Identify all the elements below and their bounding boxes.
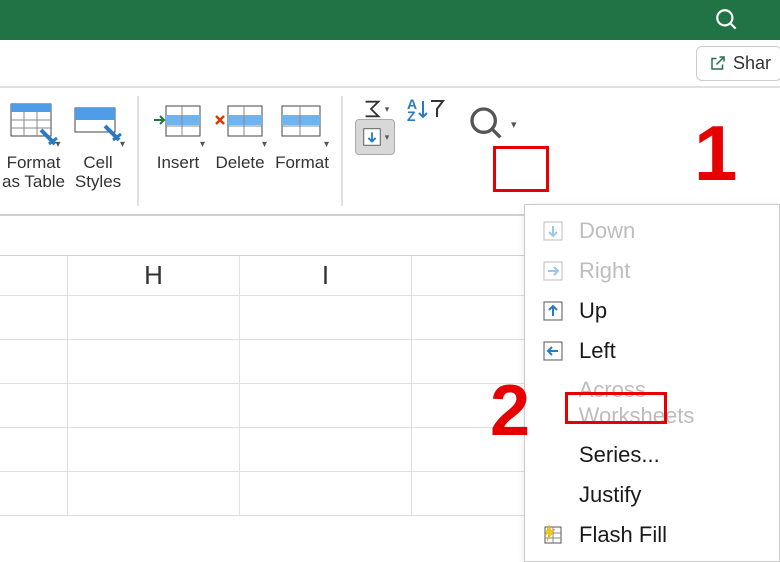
cell[interactable]	[68, 472, 240, 515]
chevron-down-icon: ▾	[200, 139, 205, 150]
delete-icon: ▾	[211, 96, 269, 152]
column-header[interactable]: H	[68, 256, 240, 295]
menu-item-label: Down	[579, 218, 635, 244]
chevron-down-icon: ▾	[385, 104, 390, 115]
menu-item-label: Right	[579, 258, 630, 284]
menu-item-up[interactable]: Up	[525, 291, 779, 331]
annotation-box-2	[565, 392, 667, 424]
menu-item-down[interactable]: Down	[525, 211, 779, 251]
format-as-table-icon: ▾	[5, 96, 63, 152]
delete-button[interactable]: ▾ Delete	[211, 96, 269, 173]
search-icon[interactable]	[714, 7, 740, 33]
cell-styles-icon: ▾	[69, 96, 127, 152]
title-bar	[0, 0, 780, 40]
share-bar: Shar	[0, 40, 780, 88]
share-label: Shar	[733, 53, 771, 74]
delete-label: Delete	[215, 154, 264, 173]
cell[interactable]	[68, 296, 240, 339]
flash-fill-icon	[539, 521, 567, 549]
menu-item-series[interactable]: Series...	[525, 435, 779, 475]
divider	[341, 96, 343, 206]
format-as-table-label: Format as Table	[2, 154, 65, 191]
chevron-down-icon: ▾	[511, 118, 517, 131]
cell[interactable]	[0, 340, 68, 383]
chevron-down-icon: ▾	[120, 139, 125, 150]
cell[interactable]	[240, 472, 412, 515]
cell[interactable]	[0, 296, 68, 339]
menu-item-label: Up	[579, 298, 607, 324]
cell-styles-label: Cell Styles	[75, 154, 121, 191]
cell[interactable]	[68, 384, 240, 427]
sort-filter-button[interactable]: AZ	[397, 91, 453, 127]
cell[interactable]	[0, 384, 68, 427]
chevron-down-icon: ▾	[262, 139, 267, 150]
find-select-button[interactable]	[467, 104, 507, 144]
format-button[interactable]: ▾ Format	[273, 96, 331, 173]
format-label: Format	[275, 154, 329, 173]
annotation-number-1: 1	[694, 108, 737, 199]
format-icon: ▾	[273, 96, 331, 152]
svg-text:Z: Z	[407, 108, 416, 123]
insert-label: Insert	[157, 154, 200, 173]
cell-styles-button[interactable]: ▾ Cell Styles	[69, 96, 127, 191]
down-icon	[539, 217, 567, 245]
chevron-down-icon: ▾	[324, 139, 329, 150]
cell[interactable]	[240, 296, 412, 339]
ribbon-toolbar: ▾ Format as Table ▾ Cell Styles ▾ Insert…	[0, 88, 780, 216]
menu-item-label: Left	[579, 338, 616, 364]
cell[interactable]	[240, 428, 412, 471]
cell[interactable]	[0, 472, 68, 515]
menu-item-flash-fill[interactable]: Flash Fill	[525, 515, 779, 555]
cell[interactable]	[240, 340, 412, 383]
menu-item-label: Flash Fill	[579, 522, 667, 548]
cell[interactable]	[0, 428, 68, 471]
annotation-number-2: 2	[490, 370, 530, 452]
annotation-box-1	[493, 146, 549, 192]
menu-item-label: Justify	[579, 482, 641, 508]
share-icon	[709, 54, 727, 72]
cell[interactable]	[68, 340, 240, 383]
insert-button[interactable]: ▾ Insert	[149, 96, 207, 173]
menu-item-label: Series...	[579, 442, 660, 468]
menu-item-right[interactable]: Right	[525, 251, 779, 291]
format-as-table-button[interactable]: ▾ Format as Table	[2, 96, 65, 191]
cell[interactable]	[240, 384, 412, 427]
insert-icon: ▾	[149, 96, 207, 152]
right-icon	[539, 257, 567, 285]
menu-item-justify[interactable]: Justify	[525, 475, 779, 515]
share-button[interactable]: Shar	[696, 46, 780, 81]
fill-dropdown-menu: Down Right Up Left Across Worksheets Ser…	[524, 204, 780, 562]
left-icon	[539, 337, 567, 365]
fill-button[interactable]: ▾	[355, 119, 395, 155]
chevron-down-icon: ▾	[385, 132, 390, 143]
cell[interactable]	[68, 428, 240, 471]
column-header[interactable]	[0, 256, 68, 295]
up-icon	[539, 297, 567, 325]
divider	[137, 96, 139, 206]
menu-item-left[interactable]: Left	[525, 331, 779, 371]
column-header[interactable]: I	[240, 256, 412, 295]
chevron-down-icon: ▾	[55, 139, 60, 150]
